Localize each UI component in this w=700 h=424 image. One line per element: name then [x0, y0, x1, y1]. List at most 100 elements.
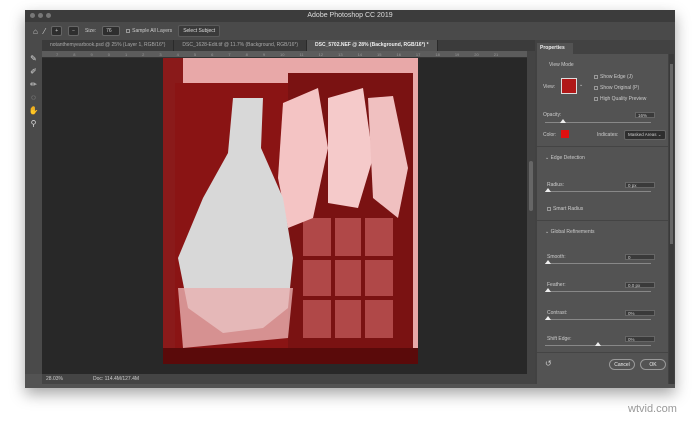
subtract-mode-icon[interactable]: −: [68, 26, 79, 36]
shift-edge-label: Shift Edge:: [547, 336, 571, 342]
panel-scrollbar[interactable]: [669, 54, 674, 384]
view-mode-heading: View Mode: [549, 62, 574, 68]
opacity-input[interactable]: 16%: [635, 112, 655, 118]
close-button[interactable]: [30, 13, 35, 18]
ruler-tick: 11: [300, 51, 304, 57]
color-swatch[interactable]: [561, 130, 569, 138]
vertical-scrollbar[interactable]: [527, 51, 535, 374]
smooth-input[interactable]: 0: [625, 254, 655, 260]
watermark: wtvid.com: [628, 403, 677, 415]
indicates-value: Masked Areas: [628, 132, 657, 137]
opacity-slider[interactable]: [545, 122, 651, 123]
view-mode-thumbnail[interactable]: [561, 78, 577, 94]
ruler-tick: 9: [90, 51, 92, 57]
ruler-tick: 12: [319, 51, 323, 57]
ruler-tick: 20: [474, 51, 478, 57]
ruler-tick: 0: [108, 51, 110, 57]
global-refinements-heading: Global Refinements: [551, 229, 595, 235]
ruler-tick: 16: [396, 51, 400, 57]
home-icon[interactable]: ⌂: [33, 27, 38, 36]
feather-slider[interactable]: [545, 291, 651, 292]
quick-selection-icon[interactable]: ✎: [30, 54, 37, 63]
window-title: Adobe Photoshop CC 2019: [307, 12, 392, 19]
shift-edge-slider[interactable]: [545, 345, 651, 346]
ruler-tick: 10: [280, 51, 284, 57]
status-bar: 28.03% Doc: 114.4M/127.4M: [42, 374, 535, 384]
refine-edge-brush-icon[interactable]: ✐: [30, 67, 37, 76]
options-bar: ⌂ ⁄ + − Size: 76 Sample All Layers Selec…: [25, 22, 675, 40]
ruler-tick: 6: [211, 51, 213, 57]
document-tabs: notanthemyearbook.psd @ 25% (Layer 1, RG…: [42, 40, 535, 51]
ruler-tick: 4: [177, 51, 179, 57]
ruler-tick: 8: [73, 51, 75, 57]
feather-input[interactable]: 0.0 px: [625, 282, 655, 288]
ruler-tick: 18: [435, 51, 439, 57]
smooth-slider[interactable]: [545, 263, 651, 264]
divider: [537, 146, 668, 147]
radius-slider[interactable]: [545, 191, 651, 192]
photoshop-window: Adobe Photoshop CC 2019 ⌂ ⁄ + − Size: 76…: [25, 10, 675, 388]
sample-all-layers-checkbox[interactable]: Sample All Layers: [126, 28, 172, 34]
ruler-tick: 2: [142, 51, 144, 57]
ruler-tick: 1: [125, 51, 127, 57]
lasso-icon[interactable]: ◌: [31, 93, 36, 102]
tab-document-2[interactable]: DSC_1628-Edit.tif @ 11.7% (Background, R…: [174, 40, 307, 51]
size-label: Size:: [85, 28, 96, 34]
add-mode-icon[interactable]: +: [51, 26, 62, 36]
radius-input[interactable]: 0 px: [625, 182, 655, 188]
contrast-input[interactable]: 0%: [625, 310, 655, 316]
opacity-label: Opacity:: [543, 112, 561, 118]
zoom-icon[interactable]: ⚲: [31, 119, 37, 128]
ruler-tick: 14: [358, 51, 362, 57]
zoom-button[interactable]: [46, 13, 51, 18]
show-original-checkbox[interactable]: Show Original (P): [594, 85, 639, 91]
properties-panel: Properties View Mode View: ⌄ Show Edge (…: [535, 40, 675, 384]
zoom-level: 28.03%: [46, 374, 63, 384]
minimize-button[interactable]: [38, 13, 43, 18]
indicates-label: Indicates:: [597, 132, 618, 138]
tab-document-1[interactable]: notanthemyearbook.psd @ 25% (Layer 1, RG…: [42, 40, 174, 51]
toolbar: ✎ ✐ ✏ ◌ ✋ ⚲: [25, 40, 42, 374]
global-refinements-section[interactable]: ⌄ Global Refinements: [545, 229, 595, 235]
hand-icon[interactable]: ✋: [29, 106, 39, 115]
high-quality-preview-checkbox[interactable]: High Quality Preview: [594, 96, 646, 102]
show-edge-label: Show Edge (J): [600, 74, 633, 80]
select-subject-button[interactable]: Select Subject: [178, 25, 220, 37]
indicates-select[interactable]: Masked Areas ⌄: [624, 130, 666, 140]
ruler-tick: 17: [416, 51, 420, 57]
ruler-tick: 13: [338, 51, 342, 57]
ruler-tick: 15: [377, 51, 381, 57]
ruler-tick: 19: [455, 51, 459, 57]
tab-document-3[interactable]: DSC_5702.NEF @ 28% (Background, RGB/16*)…: [307, 40, 438, 51]
size-input[interactable]: 76: [102, 26, 120, 36]
canvas[interactable]: [42, 58, 527, 374]
ruler-tick: 21: [494, 51, 498, 57]
ruler-tick: 3: [159, 51, 161, 57]
edge-detection-heading: Edge Detection: [551, 155, 585, 161]
smart-radius-label: Smart Radius: [553, 206, 583, 212]
cancel-button[interactable]: Cancel: [609, 359, 635, 370]
ruler-tick: 5: [194, 51, 196, 57]
brush-icon[interactable]: ✏: [30, 80, 37, 89]
ruler-tick: 7: [56, 51, 58, 57]
horizontal-ruler: 7890123456789101112131415161718192021: [42, 51, 527, 58]
show-original-label: Show Original (P): [600, 85, 639, 91]
ruler-tick: 9: [263, 51, 265, 57]
divider: [537, 220, 668, 221]
divider: [537, 352, 668, 353]
hq-preview-label: High Quality Preview: [600, 96, 646, 102]
ok-button[interactable]: OK: [640, 359, 666, 370]
ruler-tick: 8: [246, 51, 248, 57]
tab-properties[interactable]: Properties: [537, 43, 573, 54]
title-bar: Adobe Photoshop CC 2019: [25, 10, 675, 22]
shift-edge-input[interactable]: 0%: [625, 336, 655, 342]
show-edge-checkbox[interactable]: Show Edge (J): [594, 74, 633, 80]
doc-size: Doc: 114.4M/127.4M: [93, 374, 139, 384]
ruler-tick: 7: [228, 51, 230, 57]
contrast-slider[interactable]: [545, 319, 651, 320]
reset-icon[interactable]: ↺: [545, 359, 552, 368]
smart-radius-checkbox[interactable]: Smart Radius: [547, 206, 583, 212]
brush-tool-icon[interactable]: ⁄: [44, 27, 45, 36]
chevron-down-icon[interactable]: ⌄: [579, 82, 583, 88]
edge-detection-section[interactable]: ⌄ Edge Detection: [545, 155, 585, 161]
